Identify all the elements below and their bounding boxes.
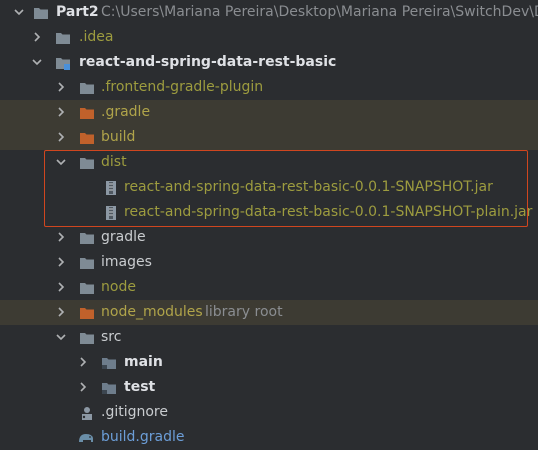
excluded-folder-icon [79, 105, 95, 121]
main-label: main [124, 354, 163, 370]
folder-icon [33, 5, 49, 21]
chevron-right-icon[interactable] [76, 355, 90, 369]
jar-plain-label: react-and-spring-data-rest-basic-0.0.1-S… [124, 204, 533, 220]
source-folder-icon [101, 380, 117, 396]
gradle-label: gradle [101, 229, 146, 245]
chevron-right-icon[interactable] [54, 105, 68, 119]
chevron-right-icon[interactable] [54, 130, 68, 144]
project-tree: Part2 C:\Users\Mariana Pereira\Desktop\M… [0, 0, 538, 450]
chevron-right-icon[interactable] [54, 80, 68, 94]
tree-row-src[interactable]: src [0, 325, 538, 350]
tree-row-module[interactable]: react-and-spring-data-rest-basic [0, 50, 538, 75]
tree-row-gitignore[interactable]: .gitignore [0, 400, 538, 425]
folder-icon [79, 155, 95, 171]
chevron-right-icon[interactable] [30, 30, 44, 44]
dist-label: dist [101, 154, 127, 170]
library-root-label: library root [205, 304, 283, 320]
tree-row-part2[interactable]: Part2 C:\Users\Mariana Pereira\Desktop\M… [0, 0, 538, 25]
chevron-down-icon[interactable] [30, 55, 44, 69]
module-label: react-and-spring-data-rest-basic [79, 54, 337, 70]
module-icon [55, 55, 71, 71]
tree-row-build-gradle[interactable]: build.gradle [0, 425, 538, 450]
node-label: node [101, 279, 136, 295]
tree-row-node-modules[interactable]: node_modules library root [0, 300, 538, 325]
folder-icon [79, 280, 95, 296]
frontend-plugin-label: .frontend-gradle-plugin [101, 79, 264, 95]
node-modules-label: node_modules [101, 304, 203, 320]
source-folder-icon [101, 355, 117, 371]
test-label: test [124, 379, 156, 395]
tree-row-dist[interactable]: dist [0, 150, 538, 175]
gradle-elephant-icon [77, 430, 93, 446]
folder-icon [79, 230, 95, 246]
chevron-right-icon[interactable] [76, 380, 90, 394]
excluded-folder-icon [79, 305, 95, 321]
tree-row-frontend-plugin[interactable]: .frontend-gradle-plugin [0, 75, 538, 100]
tree-row-images[interactable]: images [0, 250, 538, 275]
tree-row-build[interactable]: build [0, 125, 538, 150]
build-gradle-label: build.gradle [101, 429, 185, 445]
images-label: images [101, 254, 152, 270]
build-label: build [101, 129, 136, 145]
src-label: src [101, 329, 122, 345]
root-path: C:\Users\Mariana Pereira\Desktop\Mariana… [101, 4, 538, 20]
tree-row-jar-plain[interactable]: react-and-spring-data-rest-basic-0.0.1-S… [0, 200, 538, 225]
chevron-down-icon[interactable] [54, 155, 68, 169]
tree-row-gradle[interactable]: gradle [0, 225, 538, 250]
tree-row-test[interactable]: test [0, 375, 538, 400]
jar-snapshot-label: react-and-spring-data-rest-basic-0.0.1-S… [124, 179, 493, 195]
tree-row-node[interactable]: node [0, 275, 538, 300]
folder-icon [79, 255, 95, 271]
chevron-right-icon[interactable] [54, 305, 68, 319]
folder-icon [79, 330, 95, 346]
gradle-hidden-label: .gradle [101, 104, 151, 120]
chevron-right-icon[interactable] [54, 230, 68, 244]
gitignore-icon [79, 405, 95, 421]
root-label: Part2 [56, 4, 99, 20]
gitignore-label: .gitignore [101, 404, 168, 420]
tree-row-gradle-hidden[interactable]: .gradle [0, 100, 538, 125]
excluded-folder-icon [79, 130, 95, 146]
folder-icon [55, 30, 71, 46]
tree-row-main[interactable]: main [0, 350, 538, 375]
tree-row-idea[interactable]: .idea [0, 25, 538, 50]
tree-row-jar-snapshot[interactable]: react-and-spring-data-rest-basic-0.0.1-S… [0, 175, 538, 200]
chevron-down-icon[interactable] [54, 330, 68, 344]
chevron-down-icon[interactable] [12, 5, 26, 19]
idea-label: .idea [79, 29, 114, 45]
chevron-right-icon[interactable] [54, 255, 68, 269]
folder-icon [79, 80, 95, 96]
chevron-right-icon[interactable] [54, 280, 68, 294]
jar-icon [103, 180, 119, 196]
jar-icon [103, 205, 119, 221]
